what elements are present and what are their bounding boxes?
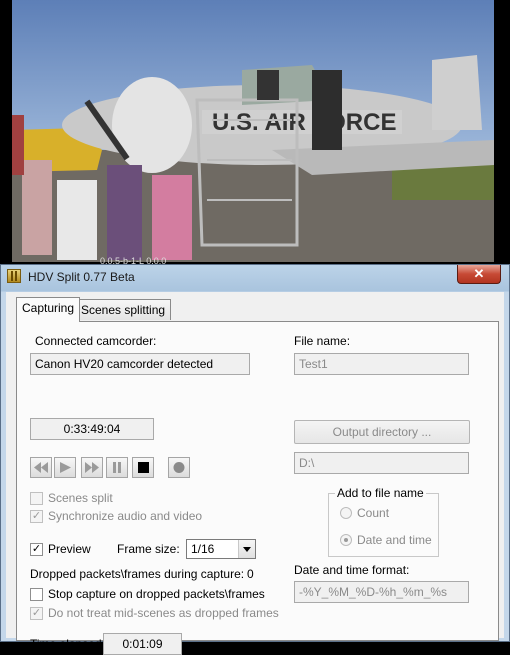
preview-image: U.S. AIR FORCE <box>12 0 494 262</box>
frame-size-select[interactable]: 1/16 <box>186 539 256 559</box>
play-button[interactable] <box>54 457 76 478</box>
close-button[interactable]: ✕ <box>457 265 501 284</box>
frame-size-label: Frame size: <box>117 542 180 556</box>
close-icon: ✕ <box>473 266 485 281</box>
svg-text:U.S. AIR FORCE: U.S. AIR FORCE <box>212 109 396 136</box>
dropped-packets-label: Dropped packets\frames during capture: <box>30 567 245 581</box>
connected-camcorder-label: Connected camcorder: <box>35 334 157 348</box>
mid-scenes-checkbox[interactable]: ✓ <box>30 607 43 620</box>
sync-audio-video-checkbox[interactable]: ✓ <box>30 510 43 523</box>
chevron-down-icon[interactable] <box>238 540 255 558</box>
count-radio[interactable] <box>340 507 352 519</box>
record-button[interactable] <box>168 457 190 478</box>
app-icon <box>7 269 21 283</box>
date-time-format-input[interactable]: -%Y_%M_%D-%h_%m_%s <box>294 581 469 603</box>
play-icon <box>60 462 71 473</box>
date-time-label: Date and time <box>357 533 432 547</box>
video-preview: U.S. AIR FORCE 0.0.5-b-1-L 0.0.0 <box>0 0 510 266</box>
add-to-file-name-label: Add to file name <box>335 486 426 500</box>
capturing-panel: Connected camcorder: Canon HV20 camcorde… <box>16 321 499 655</box>
rewind-icon <box>34 462 48 473</box>
preview-label: Preview <box>48 542 91 556</box>
dropped-packets-value: 0 <box>247 567 254 581</box>
scenes-split-label: Scenes split <box>48 491 113 505</box>
stop-button[interactable] <box>132 457 154 478</box>
pause-icon <box>113 462 121 473</box>
stop-icon <box>138 462 149 473</box>
tab-scenes-splitting[interactable]: Scenes splitting <box>75 299 172 320</box>
title-bar[interactable]: HDV Split 0.77 Beta ✕ <box>1 265 509 289</box>
mid-scenes-label: Do not treat mid-scenes as dropped frame… <box>48 606 279 620</box>
fast-forward-icon <box>85 462 99 473</box>
hdv-split-window: HDV Split 0.77 Beta ✕ Capturing Scenes s… <box>0 264 510 655</box>
file-name-label: File name: <box>294 334 351 348</box>
window-client: Capturing Scenes splitting Connected cam… <box>6 292 504 655</box>
window-title: HDV Split 0.77 Beta <box>28 270 135 284</box>
date-time-format-label: Date and time format: <box>294 563 410 577</box>
date-time-radio[interactable] <box>340 534 352 546</box>
rewind-button[interactable] <box>30 457 52 478</box>
record-icon <box>173 462 185 473</box>
fast-forward-button[interactable] <box>81 457 103 478</box>
frame-size-value: 1/16 <box>191 542 215 556</box>
preview-checkbox[interactable]: ✓ <box>30 543 43 556</box>
camcorder-status-field: Canon HV20 camcorder detected <box>30 353 250 375</box>
sync-audio-video-label: Synchronize audio and video <box>48 509 203 523</box>
timecode-display: 0:33:49:04 <box>30 418 154 440</box>
scenes-split-checkbox[interactable] <box>30 492 43 505</box>
add-to-file-name-group <box>328 493 439 557</box>
count-label: Count <box>357 506 390 520</box>
stop-on-dropped-label: Stop capture on dropped packets\frames <box>48 587 265 601</box>
output-directory-input[interactable]: D:\ <box>294 452 469 474</box>
tab-capturing[interactable]: Capturing <box>16 297 81 322</box>
output-directory-button[interactable]: Output directory ... <box>294 420 470 444</box>
time-elapsed-label: Time elapsed: <box>30 637 105 651</box>
stop-on-dropped-checkbox[interactable] <box>30 588 43 601</box>
file-name-input[interactable]: Test1 <box>294 353 469 375</box>
pause-button[interactable] <box>106 457 128 478</box>
time-elapsed-value: 0:01:09 <box>103 633 182 655</box>
